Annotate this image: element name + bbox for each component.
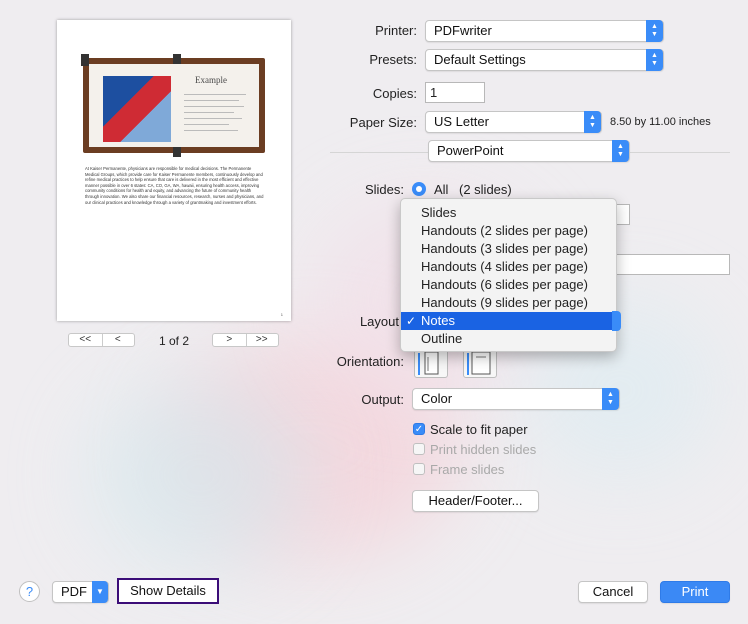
layout-option-handouts-4[interactable]: Handouts (4 slides per page) bbox=[401, 258, 616, 276]
slides-label: Slides: bbox=[364, 182, 404, 197]
slides-all-radio[interactable] bbox=[412, 182, 426, 196]
scale-to-fit-label: Scale to fit paper bbox=[430, 422, 528, 437]
help-button[interactable]: ? bbox=[19, 581, 40, 602]
printer-value: PDFwriter bbox=[434, 23, 492, 38]
layout-label: Layout bbox=[359, 314, 399, 329]
layout-option-handouts-2[interactable]: Handouts (2 slides per page) bbox=[401, 222, 616, 240]
print-preview-page: Example At Kaiser Permanente, physicians… bbox=[57, 20, 291, 321]
popup-arrows-icon: ▲ ▼ bbox=[612, 140, 629, 162]
last-page-button[interactable]: >> bbox=[246, 334, 279, 346]
output-label: Output: bbox=[361, 392, 404, 407]
slide-text-line bbox=[184, 112, 234, 113]
divider bbox=[101, 334, 103, 346]
scale-to-fit-checkbox[interactable]: ✓ bbox=[413, 423, 425, 435]
slide-text-line bbox=[184, 100, 239, 101]
presets-label: Presets: bbox=[369, 52, 417, 67]
popup-arrows-icon: ▲ ▼ bbox=[646, 20, 663, 42]
layout-menu: Slides Handouts (2 slides per page) Hand… bbox=[400, 198, 617, 352]
next-page-button[interactable]: > bbox=[213, 334, 246, 346]
frame-slides-label: Frame slides bbox=[430, 462, 505, 477]
slide-notes-text: At Kaiser Permanente, physicians are res… bbox=[85, 166, 264, 205]
pdf-menu-button[interactable]: PDF ▼ bbox=[52, 581, 109, 603]
paper-size-value: US Letter bbox=[434, 114, 489, 129]
layout-option-handouts-3[interactable]: Handouts (3 slides per page) bbox=[401, 240, 616, 258]
pdf-label: PDF bbox=[61, 584, 87, 599]
layout-option-notes-label: Notes bbox=[421, 313, 455, 328]
print-button[interactable]: Print bbox=[660, 581, 730, 603]
printer-popup[interactable]: PDFwriter ▲ ▼ bbox=[425, 20, 664, 42]
layout-option-outline[interactable]: Outline bbox=[401, 330, 616, 348]
landscape-orientation-button[interactable] bbox=[463, 348, 497, 378]
popup-arrows-icon: ▲ ▼ bbox=[584, 111, 601, 133]
layout-option-handouts-9[interactable]: Handouts (9 slides per page) bbox=[401, 294, 616, 312]
landscape-icon bbox=[467, 351, 491, 375]
slide-text-line bbox=[184, 118, 242, 119]
layout-option-notes[interactable]: ✓ Notes bbox=[401, 312, 616, 330]
layout-option-handouts-6[interactable]: Handouts (6 slides per page) bbox=[401, 276, 616, 294]
checkmark-icon: ✓ bbox=[406, 314, 417, 328]
orientation-label: Orientation: bbox=[336, 354, 404, 369]
popup-arrows-icon: ▲ ▼ bbox=[602, 388, 619, 410]
slides-text-field[interactable] bbox=[600, 254, 730, 275]
slides-all-label: All bbox=[434, 182, 449, 197]
paper-dimensions: 8.50 by 11.00 inches bbox=[610, 116, 711, 128]
slide-text-line bbox=[184, 94, 246, 95]
portrait-icon bbox=[418, 351, 439, 375]
header-footer-button[interactable]: Header/Footer... bbox=[412, 490, 539, 512]
divider bbox=[245, 334, 247, 346]
layout-popup-arrow[interactable] bbox=[612, 311, 621, 331]
paper-size-popup[interactable]: US Letter ▲ ▼ bbox=[425, 111, 602, 133]
slides-count: (2 slides) bbox=[459, 182, 512, 197]
app-section-value: PowerPoint bbox=[437, 143, 504, 158]
app-section-popup[interactable]: PowerPoint ▲ ▼ bbox=[428, 140, 630, 162]
slide-title: Example bbox=[195, 75, 227, 85]
previous-page-button[interactable]: < bbox=[102, 334, 135, 346]
slide-text-line bbox=[184, 130, 238, 131]
popup-arrows-icon: ▲ ▼ bbox=[646, 49, 663, 71]
slide-thumbnail: Example bbox=[81, 54, 265, 157]
presets-value: Default Settings bbox=[434, 52, 526, 67]
output-popup[interactable]: Color ▲ ▼ bbox=[412, 388, 620, 410]
preview-forward-controls: > >> bbox=[212, 333, 279, 347]
cancel-button[interactable]: Cancel bbox=[578, 581, 648, 603]
preview-back-controls: << < bbox=[68, 333, 135, 347]
slide-content: Example bbox=[89, 64, 259, 147]
copies-label: Copies: bbox=[372, 86, 417, 101]
preview-page-number: 1 bbox=[280, 312, 283, 317]
first-page-button[interactable]: << bbox=[69, 334, 102, 346]
background-blob bbox=[90, 380, 310, 570]
print-hidden-slides-checkbox[interactable] bbox=[413, 443, 425, 455]
frame-slides-checkbox[interactable] bbox=[413, 463, 425, 475]
slide-photo bbox=[103, 76, 171, 142]
chevron-down-icon: ▼ bbox=[92, 581, 108, 603]
binder-clip bbox=[81, 54, 89, 66]
slide-text-line bbox=[184, 106, 244, 107]
layout-option-slides[interactable]: Slides bbox=[401, 204, 616, 222]
portrait-orientation-button[interactable] bbox=[414, 348, 448, 378]
printer-label: Printer: bbox=[375, 23, 417, 38]
output-value: Color bbox=[421, 391, 453, 406]
copies-field[interactable]: 1 bbox=[425, 82, 485, 103]
print-hidden-slides-label: Print hidden slides bbox=[430, 442, 537, 457]
slide-text-line bbox=[184, 124, 229, 125]
presets-popup[interactable]: Default Settings ▲ ▼ bbox=[425, 49, 664, 71]
show-details-button[interactable]: Show Details bbox=[117, 578, 219, 604]
paper-size-label: Paper Size: bbox=[349, 115, 417, 130]
page-indicator: 1 of 2 bbox=[159, 334, 190, 348]
